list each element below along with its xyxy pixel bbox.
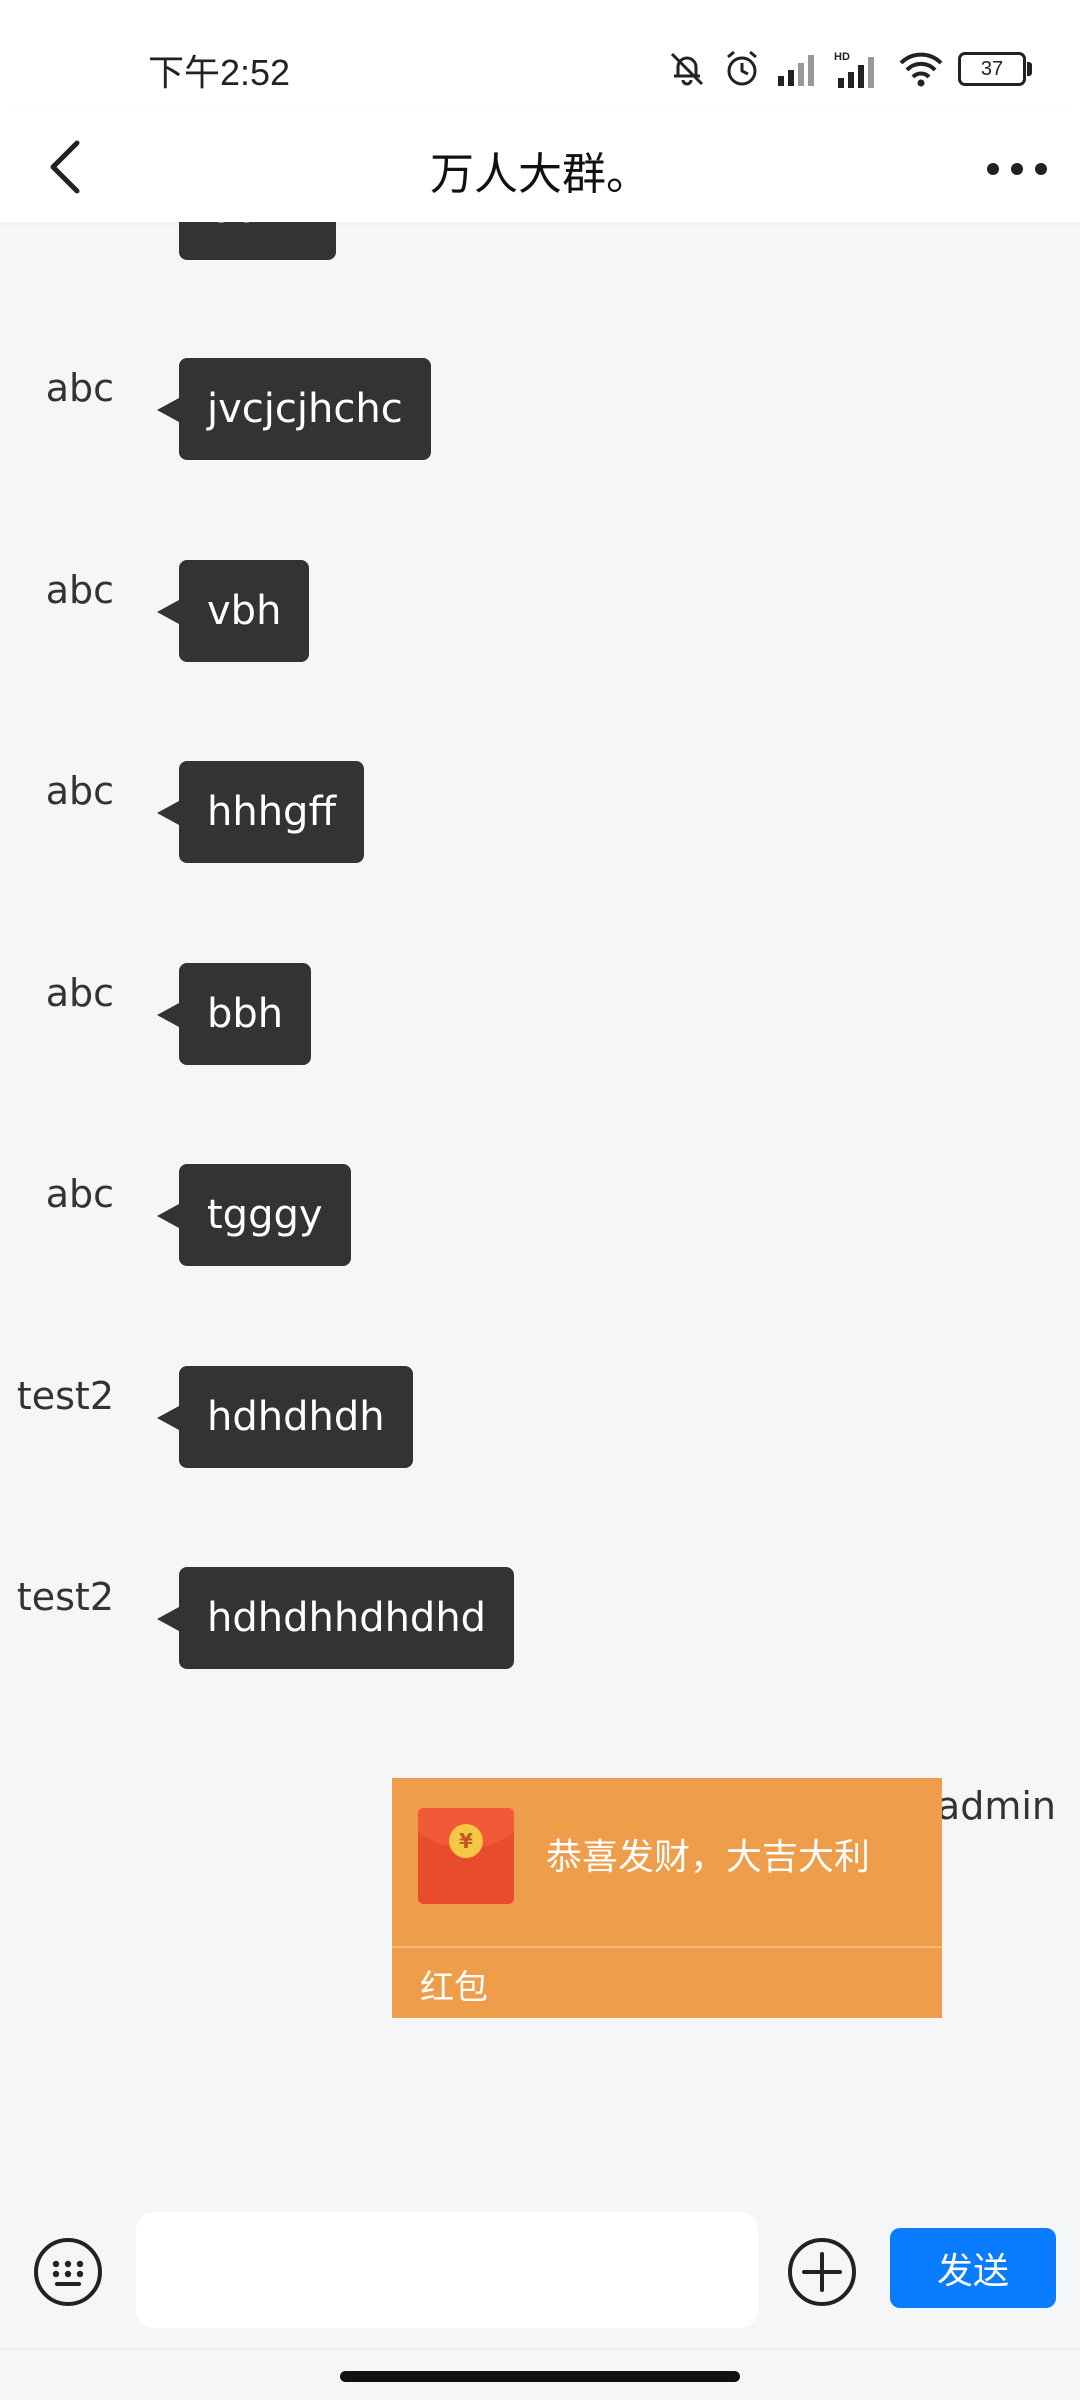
message-sender[interactable]: abc: [46, 568, 114, 612]
more-dot-icon: [1035, 163, 1047, 175]
signal-icon: [778, 55, 814, 86]
red-packet-label: 红包: [420, 1968, 488, 2008]
red-packet-card[interactable]: ¥ 恭喜发财，大吉大利 红包: [392, 1778, 942, 2018]
message-sender[interactable]: abc: [46, 1172, 114, 1216]
bottom-divider: [0, 2348, 1080, 2350]
message-input-bar: 发送: [0, 2204, 1080, 2344]
message-bubble[interactable]: hhhgff: [156, 761, 365, 863]
message-bubble[interactable]: bbh: [156, 963, 312, 1065]
message-sender[interactable]: abc: [46, 366, 114, 410]
message-sender[interactable]: test2: [17, 1374, 114, 1418]
message-bubble[interactable]: tgggy: [157, 1164, 351, 1266]
status-bar: 下午2:52 HD 37: [0, 0, 1080, 110]
home-indicator[interactable]: [340, 2371, 740, 2382]
message-bubble[interactable]: hdhdhdh: [157, 1366, 413, 1468]
message-sender[interactable]: admin: [937, 1784, 1056, 1828]
message-sender[interactable]: test2: [17, 1575, 114, 1619]
chat-title: 万人大群。: [430, 149, 650, 200]
send-button[interactable]: 发送: [890, 2228, 1056, 2308]
nav-header: 万人大群。: [0, 110, 1080, 222]
more-dot-icon: [987, 163, 999, 175]
plus-icon[interactable]: [786, 2236, 858, 2308]
svg-text:HD: HD: [834, 51, 850, 63]
wifi-icon: [899, 52, 943, 87]
status-icons: HD 37: [666, 44, 1032, 94]
signal-hd-icon: HD: [834, 51, 874, 88]
status-time: 下午2:52: [148, 52, 291, 93]
mute-bell-icon: [670, 52, 704, 86]
message-bubble[interactable]: jvcjcjhchc: [157, 358, 431, 460]
keyboard-icon[interactable]: [32, 2236, 104, 2308]
battery-icon: 37: [958, 52, 1032, 86]
coin-icon: ¥: [449, 1824, 483, 1858]
message-sender[interactable]: abc: [46, 769, 114, 813]
red-packet-divider: [392, 1946, 942, 1948]
red-packet-greeting: 恭喜发财，大吉大利: [546, 1837, 871, 1878]
message-sender[interactable]: abc: [46, 971, 114, 1015]
message-bubble[interactable]: hdhdhhdhdhd: [156, 1567, 515, 1669]
more-options-button[interactable]: [972, 134, 1062, 204]
message-bubble[interactable]: bbhh: [179, 222, 337, 260]
chat-message-list[interactable]: bbhh abc jvcjcjhchc abc vbh abc hhhgff a…: [0, 222, 1080, 2204]
alarm-icon: [727, 50, 757, 86]
more-dot-icon: [1011, 163, 1023, 175]
message-input[interactable]: [136, 2212, 758, 2328]
message-bubble[interactable]: vbh: [156, 560, 310, 662]
red-envelope-icon: ¥: [418, 1808, 514, 1904]
